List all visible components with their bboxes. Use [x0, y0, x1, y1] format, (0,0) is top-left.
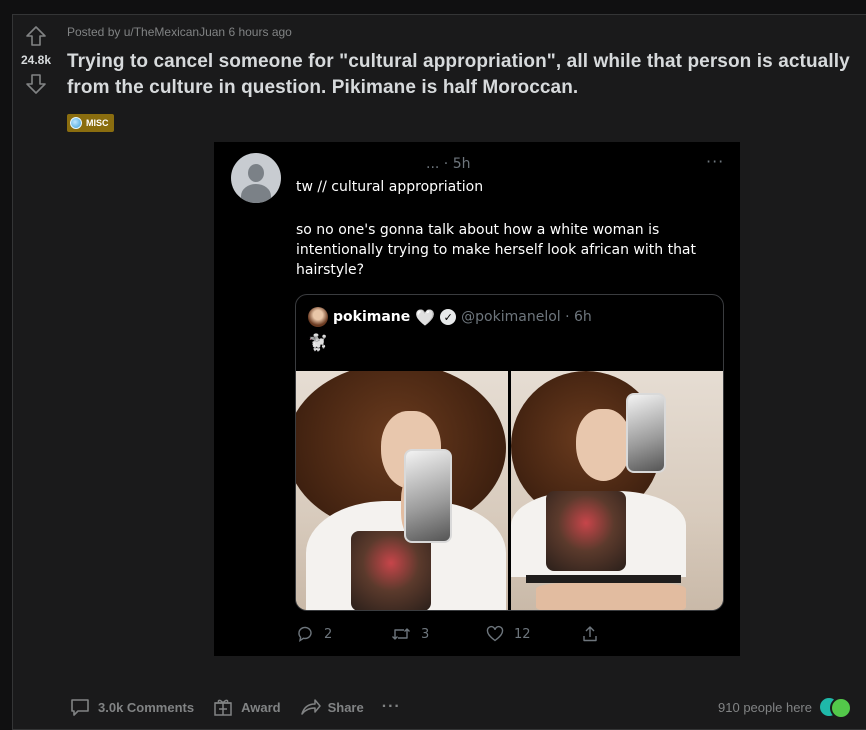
white-heart-icon: 🤍 [415, 307, 436, 327]
tweet-reply: 2 [296, 625, 391, 643]
selfie-photo-right [511, 371, 723, 610]
quoted-photos [296, 371, 723, 610]
post-image-tweet[interactable]: ... · 5h ··· tw // cultural appropriatio… [214, 142, 740, 656]
selfie-photo-left [296, 371, 508, 610]
comments-label: 3.0k Comments [98, 699, 195, 715]
tweet-text: so no one's gonna talk about how a white… [296, 222, 697, 278]
award-button[interactable]: Award [212, 696, 281, 718]
author-link[interactable]: u/TheMexicanJuan [124, 25, 225, 39]
heart-icon [486, 625, 504, 642]
comments-button[interactable]: 3.0k Comments [69, 696, 194, 718]
post-meta: Posted by u/TheMexicanJuan 6 hours ago [67, 25, 292, 39]
vote-count: 24.8k [20, 53, 52, 67]
tweet-like: 12 [486, 625, 581, 643]
share-button[interactable]: Share [299, 696, 364, 718]
verified-badge-icon: ✓ [440, 309, 457, 325]
post-time: 6 hours ago [228, 25, 292, 39]
post-card: 24.8k Posted by u/TheMexicanJuan 6 hours… [12, 14, 866, 730]
quoted-tweet-header: pokimane 🤍 ✓ @pokimanelol · 6h [308, 307, 592, 327]
quoted-avatar [308, 307, 328, 327]
comment-bubble-icon [71, 699, 89, 716]
vote-column: 24.8k [13, 15, 59, 97]
share-arrow-icon [300, 699, 321, 715]
post-footer: 3.0k Comments Award Share ··· [69, 696, 401, 718]
people-here-label: 910 people here [718, 699, 812, 715]
tweet-handle-line: tw // cultural appropriation [296, 179, 484, 195]
downvote-button[interactable] [23, 71, 49, 97]
tweet-more-icon: ··· [706, 152, 725, 171]
quoted-tweet: pokimane 🤍 ✓ @pokimanelol · 6h 🐩 [295, 294, 724, 611]
share-label: Share [327, 699, 364, 715]
gift-icon [214, 699, 232, 716]
retweet-count: 3 [421, 626, 430, 642]
people-here[interactable]: 910 people here [718, 695, 854, 719]
upvote-arrow-icon [26, 26, 46, 46]
default-avatar-icon [231, 153, 281, 203]
tweet-time: ... · 5h [426, 156, 471, 172]
post-flair[interactable]: MISC [67, 114, 114, 132]
flair-label: MISC [86, 118, 109, 128]
reply-bubble-icon [298, 626, 312, 642]
meta-prefix: Posted by [67, 25, 121, 39]
downvote-arrow-icon [26, 74, 46, 94]
flair-globe-icon [70, 117, 82, 129]
quoted-name: pokimane [333, 309, 411, 325]
post-title[interactable]: Trying to cancel someone for "cultural a… [67, 49, 857, 101]
tweet-retweet: 3 [391, 625, 486, 643]
upvote-button[interactable] [23, 23, 49, 49]
poodle-emoji-icon: 🐩 [308, 333, 328, 352]
retweet-icon [392, 628, 410, 640]
more-options-icon[interactable]: ··· [382, 698, 401, 716]
quoted-handle: @pokimanelol · 6h [461, 309, 592, 325]
tweet-actions: 2 3 12 [296, 625, 676, 643]
tweet-share [581, 625, 676, 643]
like-count: 12 [514, 626, 531, 642]
upload-share-icon [583, 626, 597, 642]
reply-count: 2 [324, 626, 333, 642]
award-label: Award [241, 699, 281, 715]
user-avatars-icon [818, 695, 854, 719]
